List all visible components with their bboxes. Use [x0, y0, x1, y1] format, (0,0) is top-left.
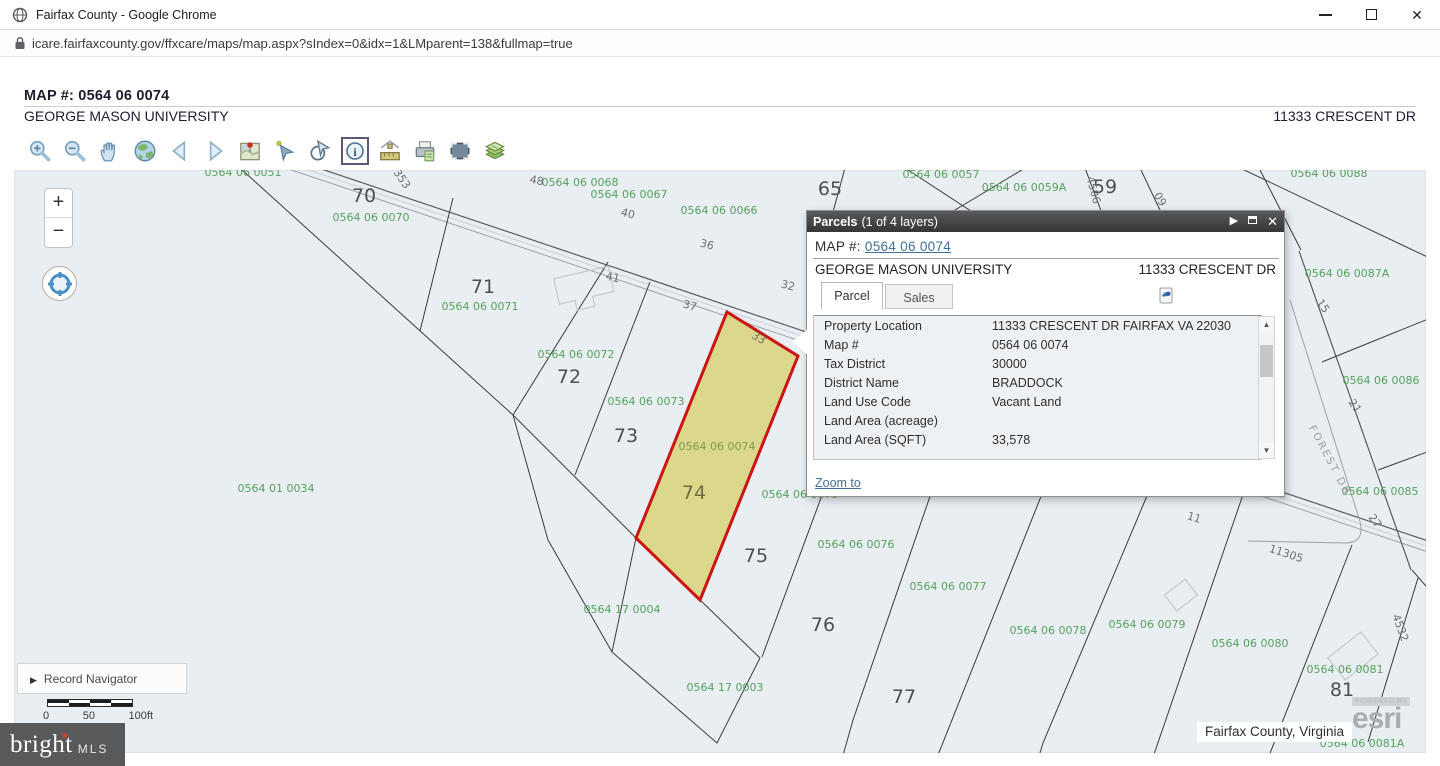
parcels-popup: Parcels (1 of 4 layers) ▶ ✕ MAP #: 0564 …	[806, 210, 1285, 497]
detail-label: Land Area (SQFT)	[824, 433, 992, 447]
locate-button[interactable]	[42, 266, 77, 301]
parcel-id-label: 0564 06 0066	[681, 204, 758, 217]
mls-logo-text: MLS	[78, 742, 109, 756]
parcel-detail-row: Property Location11333 CRESCENT DR FAIRF…	[814, 316, 1261, 335]
parcel-id-label: 0564 06 0071	[442, 300, 519, 313]
map-attribution: Fairfax County, Virginia	[1197, 722, 1352, 742]
scale-hundred: 100ft	[129, 710, 153, 722]
detail-scrollbar[interactable]: ▲ ▼	[1258, 316, 1275, 459]
parcel-id-label: 0564 06 0081	[1307, 663, 1384, 676]
parcel-id-label: 0564 01 0034	[238, 482, 315, 495]
popup-title-suffix: (1 of 4 layers)	[861, 215, 937, 229]
lot-number-label: 71	[471, 276, 495, 298]
parcel-detail-row: District NameBRADDOCK	[814, 373, 1261, 392]
popup-title-bar[interactable]: Parcels (1 of 4 layers) ▶ ✕	[807, 211, 1284, 232]
zoom-out-button[interactable]: −	[45, 218, 72, 247]
scroll-down-arrow-icon[interactable]: ▼	[1259, 443, 1274, 458]
export-page-icon[interactable]	[1159, 287, 1173, 309]
detail-value: 33,578	[992, 433, 1261, 447]
parcel-id-label: 0564 06 0076	[818, 538, 895, 551]
record-navigator-toggle[interactable]: ▶ Record Navigator	[17, 663, 187, 694]
esri-logo: POWERED BY esri	[1352, 697, 1410, 732]
scrollbar-thumb[interactable]	[1260, 345, 1273, 377]
lot-number-label: 65	[818, 178, 842, 200]
popup-title: Parcels	[813, 215, 857, 229]
parcel-id-label: 0564 06 0074	[679, 440, 756, 453]
popup-map-number-row: MAP #: 0564 06 0074	[815, 239, 951, 254]
parcel-detail-row: Land Area (acreage)	[814, 411, 1261, 430]
parcel-detail-row: Land Area (SQFT)33,578	[814, 430, 1261, 449]
parcel-id-label: 0564 06 0072	[538, 348, 615, 361]
parcel-id-label: 0564 06 0073	[608, 395, 685, 408]
collapsed-triangle-icon: ▶	[30, 665, 37, 695]
lot-number-label: 75	[744, 545, 768, 567]
detail-value	[992, 414, 1261, 428]
bright-mls-logo: bright MLS	[0, 723, 125, 766]
parcel-id-label: 0564 17 0004	[584, 603, 661, 616]
popup-close-icon[interactable]: ✕	[1267, 211, 1278, 232]
parcel-detail-row: Land Use CodeVacant Land	[814, 392, 1261, 411]
esri-brand-text: esri	[1352, 706, 1410, 732]
popup-owner-name: GEORGE MASON UNIVERSITY	[815, 262, 1012, 277]
popup-maximize-icon[interactable]	[1248, 211, 1257, 232]
parcel-id-label: 0564 06 0077	[910, 580, 987, 593]
detail-label: Property Location	[824, 319, 992, 333]
detail-value: 11333 CRESCENT DR FAIRFAX VA 22030	[992, 319, 1261, 333]
crosshair-icon	[47, 271, 73, 297]
detail-label: Land Use Code	[824, 395, 992, 409]
detail-label: Map #	[824, 338, 992, 352]
detail-label: District Name	[824, 376, 992, 390]
tab-sales[interactable]: Sales	[885, 284, 953, 309]
tab-parcel[interactable]: Parcel	[821, 282, 883, 309]
lot-number-label: 74	[682, 482, 706, 504]
detail-value: BRADDOCK	[992, 376, 1261, 390]
parcel-id-label: 0564 06 0078	[1010, 624, 1087, 637]
zoom-control: + −	[44, 188, 73, 248]
detail-value: 30000	[992, 357, 1261, 371]
parcel-id-label: 0564 17 0003	[687, 681, 764, 694]
parcel-detail-row: Map #0564 06 0074	[814, 335, 1261, 354]
detail-value: Vacant Land	[992, 395, 1261, 409]
lot-number-label: 76	[811, 614, 835, 636]
zoom-in-button[interactable]: +	[45, 189, 72, 218]
zoom-to-link[interactable]: Zoom to	[815, 476, 861, 490]
lot-number-label: 77	[892, 686, 916, 708]
parcel-id-label: 0564 06 0059A	[982, 181, 1067, 194]
popup-divider	[813, 258, 1279, 259]
parcel-detail-row: Tax District30000	[814, 354, 1261, 373]
parcel-id-label: 0564 06 0088	[1291, 167, 1368, 180]
bright-logo-dot	[62, 733, 67, 738]
parcel-id-label: 0564 06 0087A	[1305, 267, 1390, 280]
lot-number-label: 70	[352, 185, 376, 207]
parcel-id-label: 0564 06 0067	[591, 188, 668, 201]
popup-property-address: 11333 CRESCENT DR	[1138, 262, 1276, 277]
detail-label: Tax District	[824, 357, 992, 371]
parcel-id-label: 0564 06 0080	[1212, 637, 1289, 650]
lot-number-label: 73	[614, 425, 638, 447]
lot-number-label: 81	[1330, 679, 1354, 701]
detail-value: 0564 06 0074	[992, 338, 1261, 352]
parcel-id-label: 0564 06 0051	[205, 166, 282, 179]
scale-fifty: 50	[83, 710, 95, 722]
parcel-id-label: 0564 06 0070	[333, 211, 410, 224]
scale-zero: 0	[43, 710, 49, 722]
parcel-id-label: 0564 06 0086	[1343, 374, 1420, 387]
lot-number-label: 72	[557, 366, 581, 388]
popup-map-label: MAP #:	[815, 239, 861, 254]
popup-next-record-icon[interactable]: ▶	[1230, 211, 1238, 232]
scroll-up-arrow-icon[interactable]: ▲	[1259, 317, 1274, 332]
popup-callout-tail	[792, 329, 808, 355]
popup-map-number-link[interactable]: 0564 06 0074	[865, 239, 951, 254]
detail-label: Land Area (acreage)	[824, 414, 992, 428]
parcel-id-label: 0564 06 0079	[1109, 618, 1186, 631]
map-scale-bar: 0 50 100ft	[47, 699, 153, 722]
bright-logo-text: bright	[10, 731, 73, 759]
parcel-id-label: 0564 06 0057	[903, 168, 980, 181]
parcel-detail-table: Property Location11333 CRESCENT DR FAIRF…	[813, 315, 1262, 460]
record-navigator-label: Record Navigator	[44, 672, 137, 686]
